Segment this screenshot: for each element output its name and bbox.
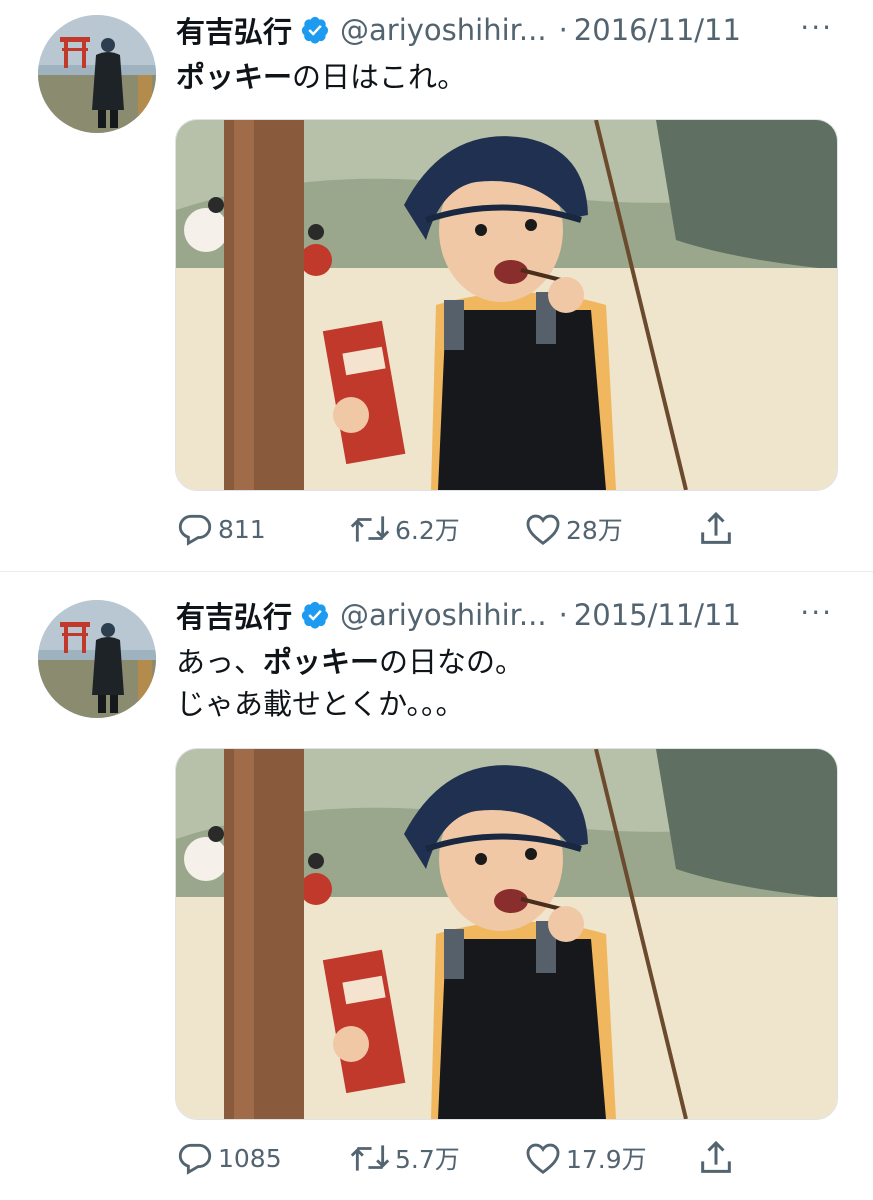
tweet-text-rest: の日はこれ。 <box>292 60 467 94</box>
tweet[interactable]: 有吉弘行 @ariyoshihir... · 2015/11/11 ··· あっ… <box>0 585 873 1200</box>
separator-dot: · <box>558 13 568 47</box>
retweet-icon <box>350 1145 390 1171</box>
like-icon <box>526 1143 560 1175</box>
retweet-button[interactable]: 5.7万 <box>349 1135 460 1181</box>
tweet-text: ポッキーの日はこれ。 <box>176 56 466 98</box>
more-icon[interactable]: ··· <box>800 8 833 48</box>
tweet-divider <box>0 571 873 572</box>
tweet-text-pre: あっ、 <box>176 645 264 679</box>
verified-badge-icon <box>301 601 329 629</box>
like-button[interactable]: 17.9万 <box>524 1135 647 1181</box>
share-icon <box>701 511 731 544</box>
more-icon[interactable]: ··· <box>800 593 833 633</box>
like-count: 28万 <box>566 516 623 545</box>
avatar[interactable] <box>38 600 156 718</box>
reply-count: 1085 <box>218 1143 282 1173</box>
retweet-button[interactable]: 6.2万 <box>349 506 460 552</box>
like-icon <box>526 514 560 546</box>
reply-button[interactable]: 1085 <box>176 1135 282 1181</box>
retweet-count: 5.7万 <box>395 1145 460 1174</box>
like-count: 17.9万 <box>566 1145 647 1174</box>
tweet-text-line2: じゃあ載せとくか。。。 <box>176 687 465 721</box>
user-handle[interactable]: @ariyoshihir... <box>340 13 547 47</box>
like-button[interactable]: 28万 <box>524 506 623 552</box>
tweet-text-rest: の日なの。 <box>379 645 525 679</box>
separator-dot: · <box>558 598 568 632</box>
share-button[interactable] <box>696 1135 740 1181</box>
verified-badge-icon <box>301 16 329 44</box>
tweet-text-bold: ポッキー <box>176 60 293 94</box>
tweet-actions: 1085 5.7万 17.9万 <box>176 1135 756 1181</box>
retweet-icon <box>350 516 390 542</box>
display-name[interactable]: 有吉弘行 <box>176 9 292 51</box>
share-button[interactable] <box>696 506 740 552</box>
avatar[interactable] <box>38 15 156 133</box>
tweet-date[interactable]: 2015/11/11 <box>574 598 741 632</box>
retweet-count: 6.2万 <box>395 516 460 545</box>
tweet-photo[interactable] <box>175 748 838 1120</box>
tweet-text: あっ、ポッキーの日なの。じゃあ載せとくか。。。 <box>176 641 524 725</box>
tweet[interactable]: 有吉弘行 @ariyoshihir... · 2016/11/11 ··· ポッ… <box>0 0 873 571</box>
reply-icon <box>178 1143 212 1175</box>
tweet-date[interactable]: 2016/11/11 <box>574 13 741 47</box>
reply-count: 811 <box>218 514 266 544</box>
user-handle[interactable]: @ariyoshihir... <box>340 598 547 632</box>
tweet-header: 有吉弘行 @ariyoshihir... · 2015/11/11 <box>176 593 856 637</box>
display-name[interactable]: 有吉弘行 <box>176 594 292 636</box>
tweet-actions: 811 6.2万 28万 <box>176 506 756 552</box>
reply-button[interactable]: 811 <box>176 506 266 552</box>
tweet-photo[interactable] <box>175 119 838 491</box>
share-icon <box>701 1140 731 1173</box>
tweet-header: 有吉弘行 @ariyoshihir... · 2016/11/11 <box>176 8 856 52</box>
tweet-text-bold: ポッキー <box>263 645 380 679</box>
reply-icon <box>178 514 212 546</box>
